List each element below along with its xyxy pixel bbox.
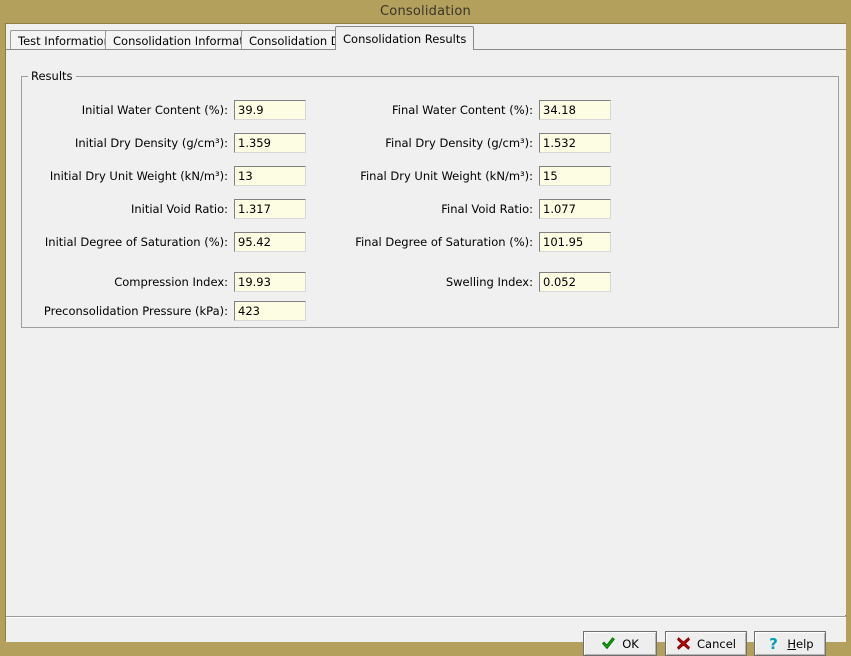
- field-label: Preconsolidation Pressure (kPa):: [43, 304, 228, 318]
- field-final-water-content: Final Water Content (%):: [361, 100, 611, 120]
- final-dry-unit-weight-input[interactable]: [539, 166, 611, 186]
- final-water-content-input[interactable]: [539, 100, 611, 120]
- field-initial-dry-unit-weight: Initial Dry Unit Weight (kN/m³):: [50, 166, 306, 186]
- field-label: Final Water Content (%):: [392, 103, 533, 117]
- svg-text:?: ?: [770, 636, 779, 651]
- final-void-ratio-input[interactable]: [539, 199, 611, 219]
- initial-dry-unit-weight-input[interactable]: [234, 166, 306, 186]
- ok-button[interactable]: OK: [583, 631, 657, 656]
- tab-page-consolidation-results: Results Initial Water Content (%): Initi…: [6, 50, 846, 615]
- field-label: Compression Index:: [114, 275, 228, 289]
- initial-degree-of-saturation-input[interactable]: [234, 232, 306, 252]
- field-final-dry-unit-weight: Final Dry Unit Weight (kN/m³):: [360, 166, 611, 186]
- field-label: Final Degree of Saturation (%):: [355, 235, 533, 249]
- title-bar: Consolidation: [0, 0, 851, 23]
- window-title: Consolidation: [380, 4, 471, 19]
- help-button-label-rest: elp: [796, 636, 814, 651]
- active-tab-connector: [336, 49, 452, 51]
- field-initial-dry-density: Initial Dry Density (g/cm³):: [56, 133, 306, 153]
- field-initial-degree-of-saturation: Initial Degree of Saturation (%):: [45, 232, 306, 252]
- initial-dry-density-input[interactable]: [234, 133, 306, 153]
- field-label: Initial Dry Unit Weight (kN/m³):: [49, 169, 228, 183]
- tab-label: Consolidation Information: [113, 33, 262, 48]
- field-label: Initial Degree of Saturation (%):: [44, 235, 228, 249]
- field-initial-water-content: Initial Water Content (%):: [56, 100, 306, 120]
- field-preconsolidation-pressure: Preconsolidation Pressure (kPa):: [44, 301, 306, 321]
- swelling-index-input[interactable]: [539, 272, 611, 292]
- field-label: Final Dry Density (g/cm³):: [385, 136, 533, 150]
- tab-label: Consolidation Results: [343, 31, 467, 46]
- tab-test-information[interactable]: Test Information: [10, 30, 119, 50]
- cancel-button-label: Cancel: [697, 636, 736, 651]
- field-label: Final Dry Unit Weight (kN/m³):: [360, 169, 533, 183]
- preconsolidation-pressure-input[interactable]: [234, 301, 306, 321]
- consolidation-dialog: Consolidation Test Information Consolida…: [0, 0, 851, 656]
- help-button-accel: H: [787, 636, 797, 651]
- ok-button-label: OK: [622, 636, 639, 651]
- red-x-icon: [676, 636, 691, 651]
- compression-index-input[interactable]: [234, 272, 306, 292]
- field-label: Final Void Ratio:: [441, 202, 533, 216]
- field-label: Initial Water Content (%):: [81, 103, 228, 117]
- cancel-button[interactable]: Cancel: [665, 631, 747, 656]
- green-check-icon: [601, 636, 616, 651]
- question-mark-icon: ?: [766, 636, 781, 651]
- field-final-degree-of-saturation: Final Degree of Saturation (%):: [355, 232, 611, 252]
- final-dry-density-input[interactable]: [539, 133, 611, 153]
- field-compression-index: Compression Index:: [56, 272, 306, 292]
- help-button-label: Help: [787, 637, 813, 651]
- initial-void-ratio-input[interactable]: [234, 199, 306, 219]
- dialog-client-area: Test Information Consolidation Informati…: [5, 23, 846, 656]
- field-label: Swelling Index:: [445, 275, 533, 289]
- field-final-void-ratio: Final Void Ratio:: [361, 199, 611, 219]
- final-degree-of-saturation-input[interactable]: [539, 232, 611, 252]
- help-button[interactable]: ? Help: [754, 631, 826, 656]
- field-initial-void-ratio: Initial Void Ratio:: [56, 199, 306, 219]
- field-label: Initial Void Ratio:: [130, 202, 228, 216]
- button-bar: OK Cancel ? Help: [6, 618, 846, 656]
- initial-water-content-input[interactable]: [234, 100, 306, 120]
- tab-label: Test Information: [18, 33, 111, 48]
- results-groupbox-title: Results: [28, 70, 76, 82]
- field-label: Initial Dry Density (g/cm³):: [74, 136, 228, 150]
- tab-consolidation-results[interactable]: Consolidation Results: [335, 26, 475, 50]
- field-final-dry-density: Final Dry Density (g/cm³):: [361, 133, 611, 153]
- field-swelling-index: Swelling Index:: [361, 272, 611, 292]
- tab-strip: Test Information Consolidation Informati…: [6, 24, 846, 50]
